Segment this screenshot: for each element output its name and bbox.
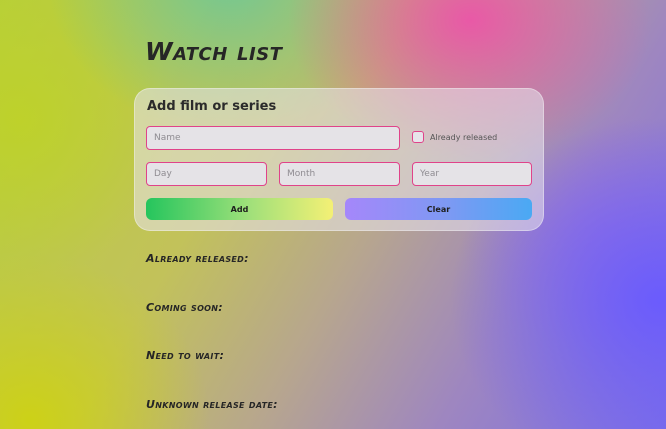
already-released-heading: Already released: <box>146 252 249 265</box>
need-to-wait-heading: Need to wait: <box>146 349 225 362</box>
year-input[interactable] <box>412 162 532 186</box>
name-input[interactable] <box>146 126 400 150</box>
month-input[interactable] <box>279 162 400 186</box>
add-film-form: Add film or series Already released Add … <box>134 88 544 231</box>
already-released-checkbox[interactable]: Already released <box>412 129 497 145</box>
clear-button[interactable]: Clear <box>345 198 532 220</box>
day-input[interactable] <box>146 162 267 186</box>
form-title: Add film or series <box>147 99 277 114</box>
page-title: Watch list <box>145 37 283 66</box>
already-released-label: Already released <box>430 132 498 142</box>
coming-soon-heading: Coming soon: <box>146 301 223 314</box>
checkbox-box[interactable] <box>412 131 424 143</box>
add-button[interactable]: Add <box>146 198 333 220</box>
unknown-release-heading: Unknown release date: <box>146 398 278 411</box>
